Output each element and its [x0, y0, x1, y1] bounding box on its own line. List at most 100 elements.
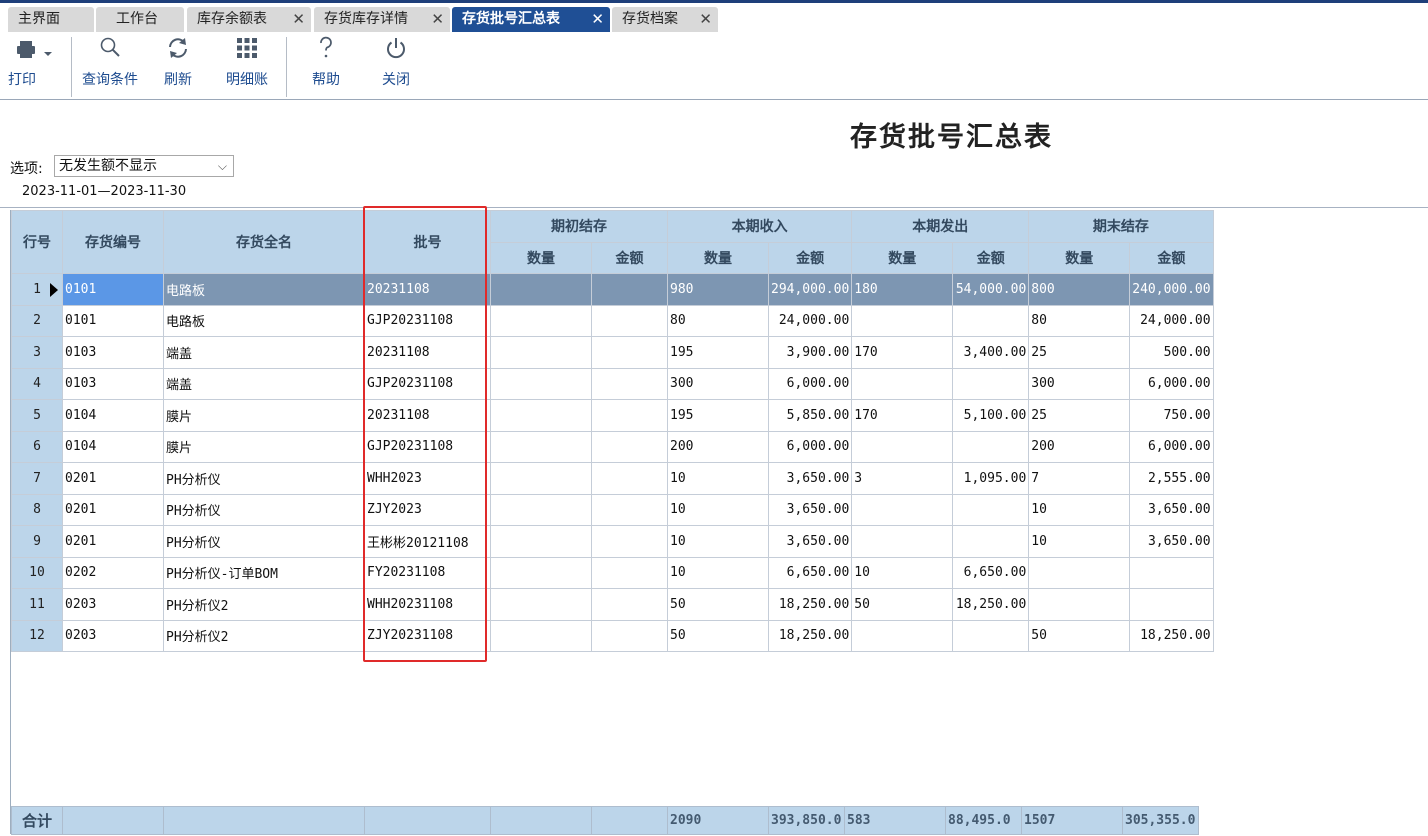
header-amount[interactable]: 金额: [1129, 241, 1214, 274]
header-name[interactable]: 存货全名: [163, 210, 365, 274]
cell-closing-amount[interactable]: 240,000.00: [1129, 273, 1214, 306]
cell-opening-qty[interactable]: [490, 430, 592, 463]
cell-received-qty[interactable]: 80: [667, 304, 769, 337]
cell-opening-amount[interactable]: [591, 556, 668, 589]
option-select[interactable]: 无发生额不显示 ⌵: [54, 155, 234, 177]
cell-received-amount[interactable]: 24,000.00: [767, 304, 853, 337]
table-row[interactable]: 9 0201 PH分析仪 王彬彬20121108 10 3,650.00 10 …: [11, 525, 1214, 558]
cell-issued-qty[interactable]: 10: [851, 556, 954, 589]
cell-closing-amount[interactable]: 6,000.00: [1129, 367, 1214, 400]
cell-received-amount[interactable]: 6,650.00: [767, 556, 853, 589]
cell-issued-qty[interactable]: [851, 367, 954, 400]
table-row[interactable]: 5 0104 膜片 20231108 195 5,850.00 170 5,10…: [11, 399, 1214, 432]
cell-issued-amount[interactable]: [952, 430, 1030, 463]
header-row-no[interactable]: 行号: [11, 210, 63, 274]
cell-opening-amount[interactable]: [591, 399, 668, 432]
cell-received-qty[interactable]: 980: [667, 273, 769, 306]
print-button[interactable]: 打印: [4, 33, 64, 99]
cell-opening-qty[interactable]: [490, 556, 592, 589]
cell-closing-amount[interactable]: [1129, 588, 1214, 621]
cell-closing-qty[interactable]: [1028, 588, 1131, 621]
cell-code[interactable]: 0104: [62, 399, 164, 432]
table-row[interactable]: 6 0104 膜片 GJP20231108 200 6,000.00 200 6…: [11, 430, 1214, 463]
table-row[interactable]: 12 0203 PH分析仪2 ZJY20231108 50 18,250.00 …: [11, 619, 1214, 652]
cell-received-amount[interactable]: 5,850.00: [767, 399, 853, 432]
cell-received-qty[interactable]: 10: [667, 556, 769, 589]
cell-opening-qty[interactable]: [490, 588, 592, 621]
cell-opening-amount[interactable]: [591, 336, 668, 369]
cell-code[interactable]: 0101: [62, 304, 164, 337]
cell-closing-qty[interactable]: 50: [1028, 619, 1131, 652]
cell-issued-qty[interactable]: 170: [851, 399, 954, 432]
cell-issued-amount[interactable]: [952, 525, 1030, 558]
close-icon[interactable]: ✕: [431, 7, 444, 32]
table-row[interactable]: 1 0101 电路板 20231108 980 294,000.00 180 5…: [11, 273, 1214, 306]
cell-closing-qty[interactable]: 80: [1028, 304, 1131, 337]
cell-received-amount[interactable]: 3,650.00: [767, 462, 853, 495]
table-row[interactable]: 2 0101 电路板 GJP20231108 80 24,000.00 80 2…: [11, 304, 1214, 337]
cell-opening-qty[interactable]: [490, 525, 592, 558]
cell-opening-qty[interactable]: [490, 336, 592, 369]
cell-closing-amount[interactable]: 750.00: [1129, 399, 1214, 432]
cell-received-qty[interactable]: 50: [667, 588, 769, 621]
cell-name[interactable]: 电路板: [163, 273, 365, 306]
cell-issued-qty[interactable]: [851, 525, 954, 558]
cell-issued-amount[interactable]: 54,000.00: [952, 273, 1030, 306]
cell-issued-qty[interactable]: 50: [851, 588, 954, 621]
cell-received-qty[interactable]: 50: [667, 619, 769, 652]
cell-opening-qty[interactable]: [490, 273, 592, 306]
cell-issued-amount[interactable]: [952, 493, 1030, 526]
cell-issued-amount[interactable]: 1,095.00: [952, 462, 1030, 495]
cell-name[interactable]: PH分析仪: [163, 525, 365, 558]
cell-received-amount[interactable]: 18,250.00: [767, 588, 853, 621]
close-button[interactable]: 关闭: [374, 33, 418, 99]
cell-closing-amount[interactable]: [1129, 556, 1214, 589]
table-row[interactable]: 3 0103 端盖 20231108 195 3,900.00 170 3,40…: [11, 336, 1214, 369]
cell-issued-qty[interactable]: [851, 304, 954, 337]
table-row[interactable]: 4 0103 端盖 GJP20231108 300 6,000.00 300 6…: [11, 367, 1214, 400]
cell-received-qty[interactable]: 195: [667, 399, 769, 432]
cell-received-amount[interactable]: 3,650.00: [767, 525, 853, 558]
cell-issued-amount[interactable]: [952, 619, 1030, 652]
cell-opening-qty[interactable]: [490, 619, 592, 652]
header-qty[interactable]: 数量: [490, 241, 592, 274]
cell-opening-amount[interactable]: [591, 493, 668, 526]
cell-name[interactable]: 膜片: [163, 399, 365, 432]
cell-issued-qty[interactable]: 180: [851, 273, 954, 306]
cell-closing-amount[interactable]: 6,000.00: [1129, 430, 1214, 463]
cell-closing-qty[interactable]: 10: [1028, 525, 1131, 558]
cell-received-qty[interactable]: 300: [667, 367, 769, 400]
tab-inventory-detail[interactable]: 存货库存详情 ✕: [314, 7, 450, 32]
cell-received-amount[interactable]: 3,900.00: [767, 336, 853, 369]
cell-name[interactable]: PH分析仪-订单BOM: [163, 556, 365, 589]
cell-opening-qty[interactable]: [490, 493, 592, 526]
cell-opening-amount[interactable]: [591, 462, 668, 495]
cell-opening-qty[interactable]: [490, 399, 592, 432]
cell-received-amount[interactable]: 294,000.00: [767, 273, 853, 306]
cell-name[interactable]: PH分析仪: [163, 462, 365, 495]
cell-name[interactable]: 端盖: [163, 367, 365, 400]
cell-opening-qty[interactable]: [490, 304, 592, 337]
header-qty[interactable]: 数量: [1028, 241, 1131, 274]
cell-received-qty[interactable]: 10: [667, 462, 769, 495]
cell-issued-amount[interactable]: [952, 367, 1030, 400]
table-row[interactable]: 11 0203 PH分析仪2 WHH20231108 50 18,250.00 …: [11, 588, 1214, 621]
cell-code[interactable]: 0203: [62, 588, 164, 621]
cell-received-amount[interactable]: 6,000.00: [767, 367, 853, 400]
cell-issued-amount[interactable]: 3,400.00: [952, 336, 1030, 369]
cell-closing-qty[interactable]: 7: [1028, 462, 1131, 495]
cell-closing-qty[interactable]: [1028, 556, 1131, 589]
cell-issued-amount[interactable]: [952, 304, 1030, 337]
cell-name[interactable]: 膜片: [163, 430, 365, 463]
cell-code[interactable]: 0201: [62, 525, 164, 558]
cell-code[interactable]: 0103: [62, 336, 164, 369]
cell-closing-amount[interactable]: 24,000.00: [1129, 304, 1214, 337]
cell-issued-amount[interactable]: 6,650.00: [952, 556, 1030, 589]
cell-issued-amount[interactable]: 5,100.00: [952, 399, 1030, 432]
cell-closing-qty[interactable]: 300: [1028, 367, 1131, 400]
tab-inventory-archive[interactable]: 存货档案 ✕: [612, 7, 718, 32]
cell-opening-amount[interactable]: [591, 273, 668, 306]
cell-closing-qty[interactable]: 25: [1028, 399, 1131, 432]
cell-received-amount[interactable]: 3,650.00: [767, 493, 853, 526]
detail-ledger-button[interactable]: 明细账: [220, 33, 274, 99]
